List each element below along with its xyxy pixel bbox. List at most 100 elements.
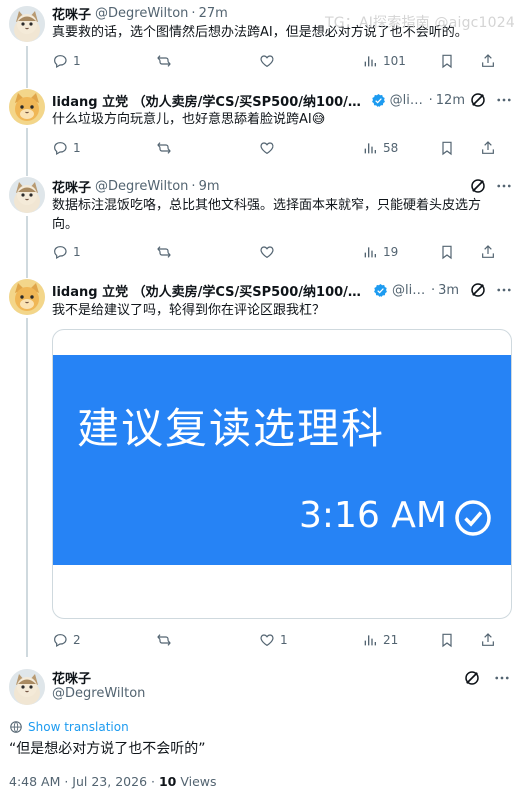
show-translation-link[interactable]: Show translation (9, 720, 129, 734)
grok-icon[interactable] (463, 669, 481, 687)
bookmark-button[interactable] (439, 50, 455, 72)
grok-icon[interactable] (469, 177, 487, 195)
reply-button[interactable]: 1 (52, 137, 81, 159)
bookmark-icon (442, 54, 452, 69)
reply-button[interactable]: 1 (52, 241, 81, 263)
share-icon (482, 141, 494, 154)
heart-icon (260, 142, 274, 155)
reply-button[interactable]: 1 (52, 50, 81, 72)
more-options-icon[interactable] (493, 669, 511, 687)
share-button[interactable] (480, 50, 496, 72)
views-count: 10 (158, 774, 177, 789)
show-translation-label: Show translation (28, 720, 129, 734)
bookmark-icon (442, 633, 452, 648)
display-name[interactable]: lidang 立党 （劝人卖房/学CS/买SP500/纳100/O… (52, 281, 370, 300)
retweet-button[interactable] (156, 241, 172, 263)
reply-tweet-1[interactable]: 花咪子 @DegreWilton · 27m 真要救的话，选个图情然后想办法跨A… (0, 0, 523, 82)
separator-dot: · (431, 282, 436, 298)
analytics-icon (364, 56, 376, 67)
views-button[interactable]: 101 (362, 50, 406, 72)
share-button[interactable] (480, 241, 496, 263)
timestamp[interactable]: 3m (438, 283, 459, 298)
display-name[interactable]: 花咪子 (52, 177, 91, 196)
action-bar: 1 58 (52, 137, 512, 159)
tweet-text: 真要救的话，选个图情然后想办法跨AI，但是想必对方说了也不会听的。 (52, 25, 468, 40)
separator-dot: · (191, 5, 196, 21)
display-name[interactable]: 花咪子 (52, 4, 91, 23)
attached-image[interactable]: 建议复读选理科 3:16 AM (52, 329, 512, 619)
timestamp[interactable]: 9m (199, 179, 220, 194)
like-button[interactable]: 1 (259, 629, 288, 651)
thread-connector (26, 172, 28, 176)
more-options-icon[interactable] (495, 91, 513, 109)
thread-connector (26, 216, 28, 272)
reply-count: 2 (73, 633, 81, 647)
user-handle[interactable]: @lid… (390, 93, 426, 108)
share-icon (482, 633, 494, 646)
timestamp[interactable]: 12m (436, 93, 465, 108)
display-name[interactable]: lidang 立党 （劝人卖房/学CS/买SP500/纳100/O… (52, 91, 368, 110)
thread-connector (26, 82, 28, 88)
reply-icon (54, 55, 67, 69)
analytics-icon (364, 635, 376, 646)
views-button[interactable]: 58 (362, 137, 398, 159)
reply-tweet-2[interactable]: lidang 立党 （劝人卖房/学CS/买SP500/纳100/O… @lid…… (0, 82, 523, 172)
main-display-name[interactable]: 花咪子 (52, 668, 91, 687)
image-clock-text: 3:16 AM (299, 495, 447, 536)
bookmark-button[interactable] (439, 137, 455, 159)
bookmark-icon (442, 245, 452, 260)
like-button[interactable] (259, 137, 275, 159)
retweet-button[interactable] (156, 137, 172, 159)
thread-connector (26, 46, 28, 82)
user-handle[interactable]: @DegreWilton (95, 179, 188, 194)
like-button[interactable] (259, 50, 275, 72)
grok-icon[interactable] (469, 91, 487, 109)
timestamp[interactable]: 27m (199, 6, 228, 21)
bookmark-button[interactable] (439, 629, 455, 651)
grok-icon[interactable] (469, 281, 487, 299)
reply-count: 1 (73, 245, 81, 259)
reply-tweet-3[interactable]: 花咪子 @DegreWilton · 9m 数据标注混饭吃咯，总比其他文科强。选… (0, 172, 523, 272)
image-blue-banner: 建议复读选理科 3:16 AM (53, 355, 511, 565)
views-count: 21 (383, 633, 399, 647)
avatar-cat[interactable] (9, 279, 45, 315)
avatar-cat[interactable] (9, 6, 45, 42)
separator-dot: · (191, 178, 196, 194)
share-button[interactable] (480, 137, 496, 159)
bookmark-button[interactable] (439, 241, 455, 263)
retweet-button[interactable] (156, 50, 172, 72)
heart-icon (260, 246, 274, 259)
verified-badge-icon (371, 93, 385, 107)
thread-connector (26, 128, 28, 172)
avatar-cat[interactable] (9, 177, 45, 213)
reply-button[interactable]: 2 (52, 629, 81, 651)
main-timestamp[interactable]: 4:48 AM · Jul 23, 2026 · (9, 774, 159, 789)
tweet-header: lidang 立党 （劝人卖房/学CS/买SP500/纳100/O… @lid…… (52, 90, 513, 110)
more-options-icon[interactable] (495, 177, 513, 195)
retweet-button[interactable] (156, 629, 172, 651)
tweet-header: 花咪子 @DegreWilton · 27m (52, 3, 513, 23)
tweet-header: 花咪子 @DegreWilton · 9m (52, 176, 513, 196)
heart-icon (260, 634, 274, 647)
tweet-text: 什么垃圾方向玩意儿，也好意思舔着脸说跨AI😅 (52, 112, 326, 127)
main-user-handle[interactable]: @DegreWilton (52, 686, 145, 701)
reply-icon (54, 142, 67, 156)
user-handle[interactable]: @DegreWilton (95, 6, 188, 21)
avatar-cat[interactable] (9, 669, 45, 705)
user-handle[interactable]: @lid… (392, 283, 428, 298)
reply-icon (54, 634, 67, 648)
like-button[interactable] (259, 241, 275, 263)
views-button[interactable]: 21 (362, 629, 398, 651)
heart-icon (260, 55, 274, 68)
retweet-icon (157, 634, 171, 646)
reply-count: 1 (73, 54, 81, 68)
more-options-icon[interactable] (495, 281, 513, 299)
tweet-text: 数据标注混饭吃咯，总比其他文科强。选择面本来就窄，只能硬着头皮选方向。 (52, 198, 482, 232)
bookmark-icon (442, 141, 452, 156)
avatar-cat[interactable] (9, 89, 45, 125)
share-button[interactable] (480, 629, 496, 651)
reply-count: 1 (73, 141, 81, 155)
action-bar: 1 101 (52, 50, 512, 72)
views-button[interactable]: 19 (362, 241, 398, 263)
retweet-icon (157, 55, 171, 67)
